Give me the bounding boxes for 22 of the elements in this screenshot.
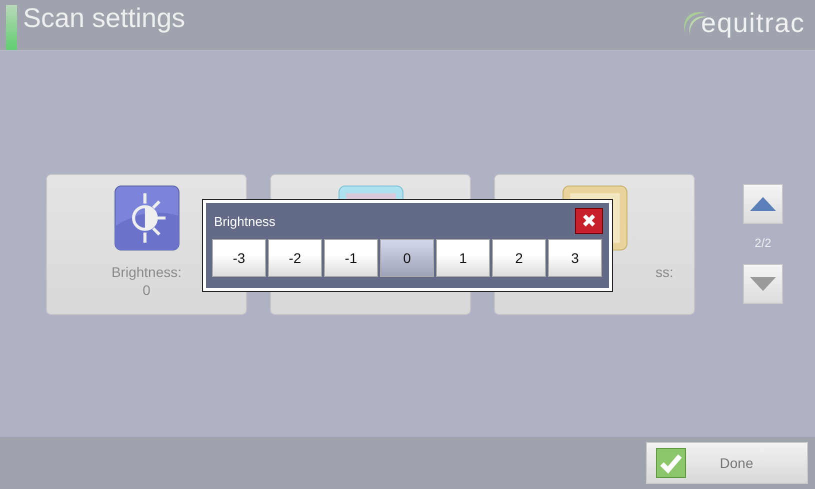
value-option[interactable]: -2 [268,239,322,277]
page-title: Scan settings [23,3,186,34]
down-arrow-icon [750,277,776,291]
done-button[interactable]: Done [646,442,808,484]
page-indicator: 2/2 [754,236,772,250]
logo-text: equitrac [700,8,805,39]
close-button[interactable]: ✖ [575,208,603,234]
scroll-down-button[interactable] [743,264,783,304]
value-option[interactable]: -3 [212,239,266,277]
status-bar-icon [6,5,17,50]
scroll-up-button[interactable] [743,184,783,224]
value-option[interactable]: 2 [492,239,546,277]
setting-label: Brightness: [111,263,182,281]
value-option[interactable]: -1 [324,239,378,277]
value-option[interactable]: 1 [436,239,490,277]
value-option[interactable]: 3 [548,239,602,277]
up-arrow-icon [750,197,776,211]
sun-icon [114,185,180,251]
value-option[interactable]: 0 [380,239,434,277]
checkmark-icon [656,448,686,478]
setting-value: 0 [142,281,150,299]
setting-label: ss: [656,263,674,281]
